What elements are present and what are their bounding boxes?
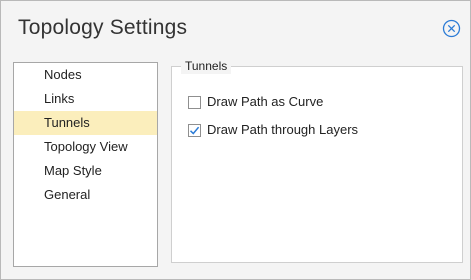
close-button[interactable] bbox=[442, 19, 461, 38]
draw-path-through-layers-label: Draw Path through Layers bbox=[207, 122, 359, 137]
draw-path-as-curve-option[interactable]: Draw Path as Curve bbox=[188, 94, 323, 110]
dialog-title: Topology Settings bbox=[18, 16, 188, 39]
sidebar-item-topology-view[interactable]: Topology View bbox=[14, 135, 157, 159]
draw-path-through-layers-option[interactable]: Draw Path through Layers bbox=[188, 122, 358, 138]
tunnels-group-legend: Tunnels bbox=[181, 58, 232, 74]
sidebar-item-tunnels[interactable]: Tunnels bbox=[14, 111, 157, 135]
close-circle-icon bbox=[442, 19, 461, 38]
draw-path-through-layers-checkbox[interactable] bbox=[188, 123, 201, 137]
checkmark-icon bbox=[189, 126, 200, 135]
draw-path-as-curve-checkbox[interactable] bbox=[188, 95, 201, 109]
draw-path-as-curve-label: Draw Path as Curve bbox=[207, 94, 324, 109]
sidebar-item-map-style[interactable]: Map Style bbox=[14, 159, 157, 183]
sidebar-item-general[interactable]: General bbox=[14, 183, 157, 207]
sidebar-item-links[interactable]: Links bbox=[14, 87, 157, 111]
sidebar-item-nodes[interactable]: Nodes bbox=[14, 63, 157, 87]
settings-sidebar: Nodes Links Tunnels Topology View Map St… bbox=[13, 62, 158, 267]
